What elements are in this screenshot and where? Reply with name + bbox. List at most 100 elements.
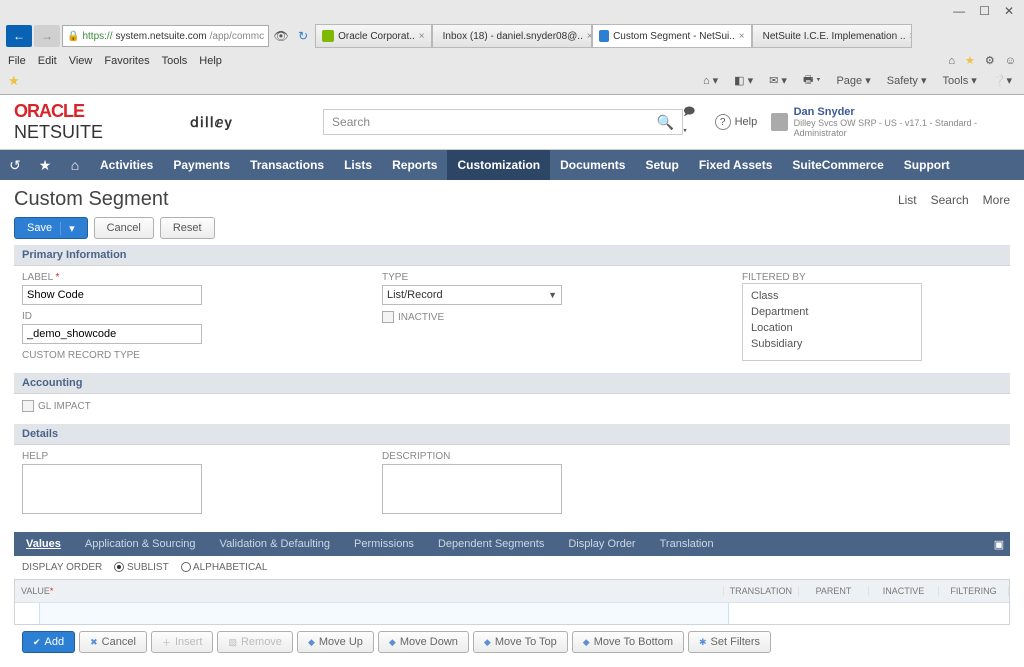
help-link[interactable]: ?Help: [715, 114, 758, 130]
browser-tab[interactable]: Oracle Corporat..×: [315, 24, 432, 48]
id-field-label: ID: [22, 311, 322, 322]
toolbar-home-icon[interactable]: ⌂ ▾: [699, 74, 722, 87]
nav-support[interactable]: Support: [894, 150, 960, 180]
value-cell-input[interactable]: [39, 603, 729, 624]
label-field-label: LABEL *: [22, 272, 322, 283]
gl-impact-label: GL IMPACT: [38, 401, 91, 412]
subtab-validation-defaulting[interactable]: Validation & Defaulting: [208, 532, 342, 556]
nav-transactions[interactable]: Transactions: [240, 150, 334, 180]
col-filtering: FILTERING: [939, 586, 1009, 596]
subtab-display-order[interactable]: Display Order: [556, 532, 647, 556]
label-input[interactable]: [22, 285, 202, 305]
subtab-permissions[interactable]: Permissions: [342, 532, 426, 556]
browser-menu-view[interactable]: View: [69, 55, 93, 67]
browser-menu-tools[interactable]: Tools: [162, 55, 188, 67]
type-select[interactable]: List/Record▼: [382, 285, 562, 305]
history-icon[interactable]: ↺: [0, 157, 30, 174]
forward-button[interactable]: →: [34, 25, 60, 47]
nav-customization[interactable]: Customization: [447, 150, 550, 180]
section-accounting: Accounting: [14, 373, 1010, 394]
sublist-move-up-button[interactable]: ◆Move Up: [297, 631, 374, 653]
nav-suitecommerce[interactable]: SuiteCommerce: [782, 150, 893, 180]
sublist-add-button[interactable]: ✔Add: [22, 631, 75, 653]
search-icon[interactable]: 🔍: [657, 114, 674, 131]
nav-reports[interactable]: Reports: [382, 150, 447, 180]
home-icon[interactable]: ⌂: [948, 55, 955, 67]
browser-tab[interactable]: Custom Segment - NetSui..×: [592, 24, 752, 48]
feedback-icon[interactable]: 🗩 ▾: [683, 103, 701, 141]
sublist-insert-button[interactable]: ＋Insert: [151, 631, 214, 653]
browser-tab[interactable]: NetSuite I.C.E. Implemenation ..×: [752, 24, 912, 48]
sublist-radio[interactable]: [114, 562, 124, 572]
browser-menu-favorites[interactable]: Favorites: [104, 55, 149, 67]
inactive-checkbox[interactable]: [382, 311, 394, 323]
nav-lists[interactable]: Lists: [334, 150, 382, 180]
browser-menu-help[interactable]: Help: [199, 55, 222, 67]
toolbar-feeds-icon[interactable]: ◧ ▾: [730, 74, 757, 87]
cancel-button[interactable]: Cancel: [94, 217, 154, 239]
nav-fixed-assets[interactable]: Fixed Assets: [689, 150, 783, 180]
link-more[interactable]: More: [983, 193, 1010, 207]
global-search-input[interactable]: Search 🔍: [323, 109, 683, 135]
smile-icon[interactable]: ☺: [1005, 55, 1016, 67]
sublist-move-bottom-button[interactable]: ◆Move To Bottom: [572, 631, 684, 653]
table-row[interactable]: [15, 602, 1009, 624]
nav-payments[interactable]: Payments: [163, 150, 240, 180]
id-input[interactable]: [22, 324, 202, 344]
nav-documents[interactable]: Documents: [550, 150, 635, 180]
maximize-icon[interactable]: ☐: [979, 4, 990, 18]
toolbar-mail-icon[interactable]: ✉ ▾: [765, 74, 791, 87]
description-label: DESCRIPTION: [382, 451, 682, 462]
sublist-cancel-button[interactable]: ✖Cancel: [79, 631, 147, 653]
description-textarea[interactable]: [382, 464, 562, 514]
toolbar-print-icon[interactable]: 🖶 ▾: [799, 71, 825, 90]
alphabetical-radio[interactable]: [181, 562, 191, 572]
subtab-application-sourcing[interactable]: Application & Sourcing: [73, 532, 208, 556]
toolbar-page[interactable]: Page ▾: [832, 74, 874, 87]
reset-button[interactable]: Reset: [160, 217, 215, 239]
stop-icon[interactable]: 👁: [271, 29, 291, 43]
url-bar[interactable]: 🔒 https://system.netsuite.com/app/commc: [62, 25, 269, 47]
col-translation: TRANSLATION: [724, 586, 799, 596]
nav-activities[interactable]: Activities: [90, 150, 163, 180]
favorites-star-icon[interactable]: ★: [8, 73, 20, 89]
gear-icon[interactable]: ⚙: [985, 54, 995, 67]
toolbar-safety[interactable]: Safety ▾: [883, 74, 931, 87]
custom-record-type-label: CUSTOM RECORD TYPE: [22, 350, 322, 361]
link-search[interactable]: Search: [931, 193, 969, 207]
filter-option[interactable]: Department: [751, 304, 913, 320]
link-list[interactable]: List: [898, 193, 917, 207]
browser-menu-edit[interactable]: Edit: [38, 55, 57, 67]
toolbar-help-icon[interactable]: ❔▾: [989, 74, 1016, 87]
browser-tab[interactable]: Inbox (18) - daniel.snyder08@..×: [432, 24, 592, 48]
minimize-icon[interactable]: —: [953, 4, 965, 18]
nav-setup[interactable]: Setup: [635, 150, 688, 180]
browser-menu-file[interactable]: File: [8, 55, 26, 67]
help-textarea[interactable]: [22, 464, 202, 514]
favorite-icon[interactable]: ★: [30, 157, 60, 174]
filtered-by-select[interactable]: ClassDepartmentLocationSubsidiary: [742, 283, 922, 361]
star-icon[interactable]: ★: [965, 54, 975, 67]
expand-icon[interactable]: ▣: [988, 538, 1010, 551]
back-button[interactable]: ←: [6, 25, 32, 47]
save-button[interactable]: Save▾: [14, 217, 88, 239]
company-logo: ⅾⅰⅼⅼⅇy: [190, 114, 233, 131]
refresh-icon[interactable]: ↻: [293, 29, 313, 43]
filter-option[interactable]: Class: [751, 288, 913, 304]
home-nav-icon[interactable]: ⌂: [60, 157, 90, 173]
gl-impact-checkbox[interactable]: [22, 400, 34, 412]
filter-option[interactable]: Location: [751, 320, 913, 336]
close-window-icon[interactable]: ✕: [1004, 4, 1014, 18]
sublist-remove-button[interactable]: ▧Remove: [217, 631, 292, 653]
toolbar-tools[interactable]: Tools ▾: [939, 74, 981, 87]
sublist-move-top-button[interactable]: ◆Move To Top: [473, 631, 568, 653]
sublist-move-down-button[interactable]: ◆Move Down: [378, 631, 469, 653]
filter-option[interactable]: Subsidiary: [751, 336, 913, 352]
avatar: [771, 113, 787, 131]
subtab-values[interactable]: Values: [14, 532, 73, 556]
user-menu[interactable]: Dan Snyder Dilley Svcs OW SRP - US - v17…: [771, 106, 1010, 138]
oracle-netsuite-logo: ORACLE NETSUITE: [14, 101, 168, 143]
sublist-set-filters-button[interactable]: ✱Set Filters: [688, 631, 771, 653]
subtab-dependent-segments[interactable]: Dependent Segments: [426, 532, 556, 556]
subtab-translation[interactable]: Translation: [648, 532, 726, 556]
